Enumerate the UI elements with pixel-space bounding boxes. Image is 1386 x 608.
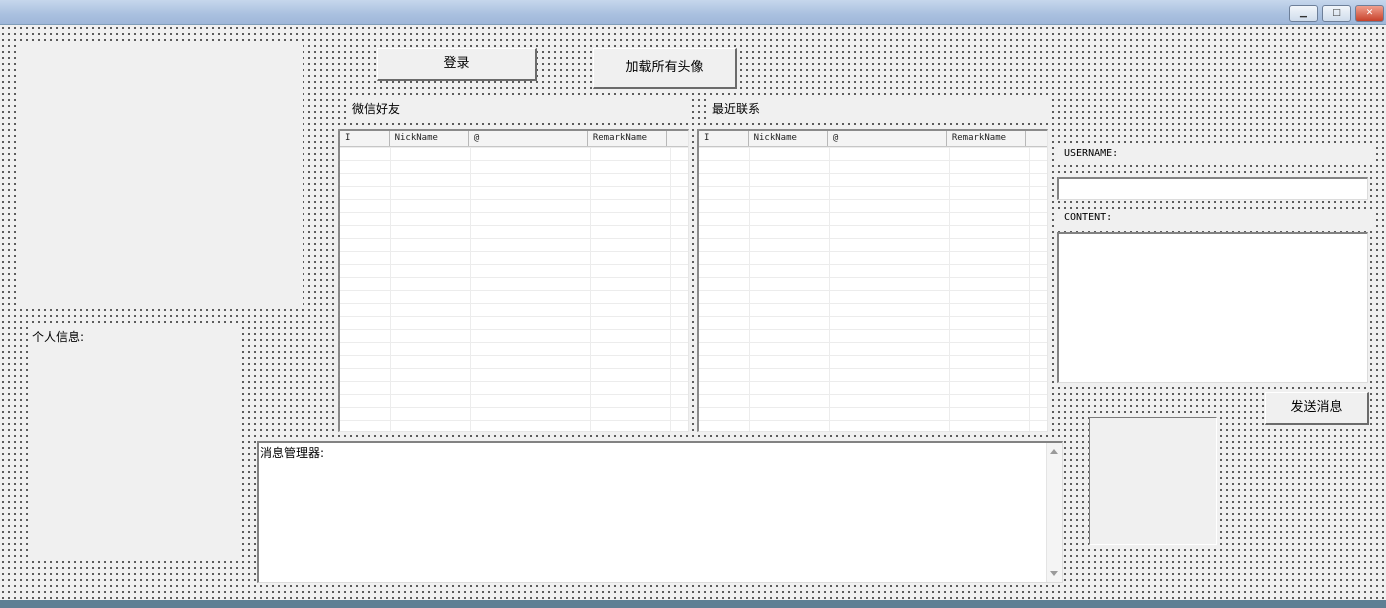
profile-info-panel <box>28 323 240 559</box>
recent-list-body[interactable] <box>699 147 1047 431</box>
column-header-nickname[interactable]: NickName <box>390 131 469 146</box>
column-header-at[interactable]: @ <box>828 131 947 146</box>
profile-info-label: 个人信息: <box>32 328 85 345</box>
column-header-filler <box>667 131 688 146</box>
column-header-remarkname[interactable]: RemarkName <box>588 131 668 146</box>
column-header-i[interactable]: I <box>340 131 390 146</box>
column-header-remarkname[interactable]: RemarkName <box>947 131 1027 146</box>
recent-contacts-title: 最近联系 <box>706 98 1052 120</box>
column-header-i[interactable]: I <box>699 131 749 146</box>
content-label: CONTENT: <box>1058 209 1376 229</box>
column-header-at[interactable]: @ <box>469 131 588 146</box>
friends-title: 微信好友 <box>346 98 692 120</box>
minimize-button[interactable]: ▁ <box>1289 5 1318 22</box>
minimize-icon: ▁ <box>1300 8 1307 18</box>
bottom-strip <box>0 600 1386 608</box>
message-manager-textbox[interactable]: 消息管理器: <box>257 441 1063 583</box>
login-button[interactable]: 登录 <box>377 48 537 81</box>
scroll-down-icon[interactable] <box>1050 571 1058 576</box>
recent-contacts-list-view[interactable]: I NickName @ RemarkName <box>697 129 1048 432</box>
close-button[interactable]: ✕ <box>1355 5 1384 22</box>
recent-list-header: I NickName @ RemarkName <box>699 131 1047 147</box>
message-manager-label: 消息管理器: <box>260 446 325 460</box>
maximize-button[interactable]: □ <box>1322 5 1351 22</box>
username-label: USERNAME: <box>1058 145 1376 165</box>
message-scrollbar[interactable] <box>1046 443 1062 582</box>
qr-picture-box <box>1089 417 1217 545</box>
friends-list-view[interactable]: I NickName @ RemarkName <box>338 129 689 432</box>
column-header-filler <box>1026 131 1047 146</box>
content-textarea[interactable] <box>1057 232 1368 383</box>
column-header-nickname[interactable]: NickName <box>749 131 828 146</box>
title-bar: ▁ □ ✕ <box>0 0 1386 25</box>
username-input[interactable] <box>1057 177 1368 200</box>
friends-list-header: I NickName @ RemarkName <box>340 131 688 147</box>
load-all-avatars-button[interactable]: 加载所有头像 <box>593 48 737 89</box>
maximize-icon: □ <box>1332 8 1341 18</box>
send-message-button[interactable]: 发送消息 <box>1265 392 1369 425</box>
scroll-up-icon[interactable] <box>1050 449 1058 454</box>
close-icon: ✕ <box>1365 8 1374 18</box>
friends-list-body[interactable] <box>340 147 688 431</box>
avatar-picture-box <box>18 42 303 309</box>
